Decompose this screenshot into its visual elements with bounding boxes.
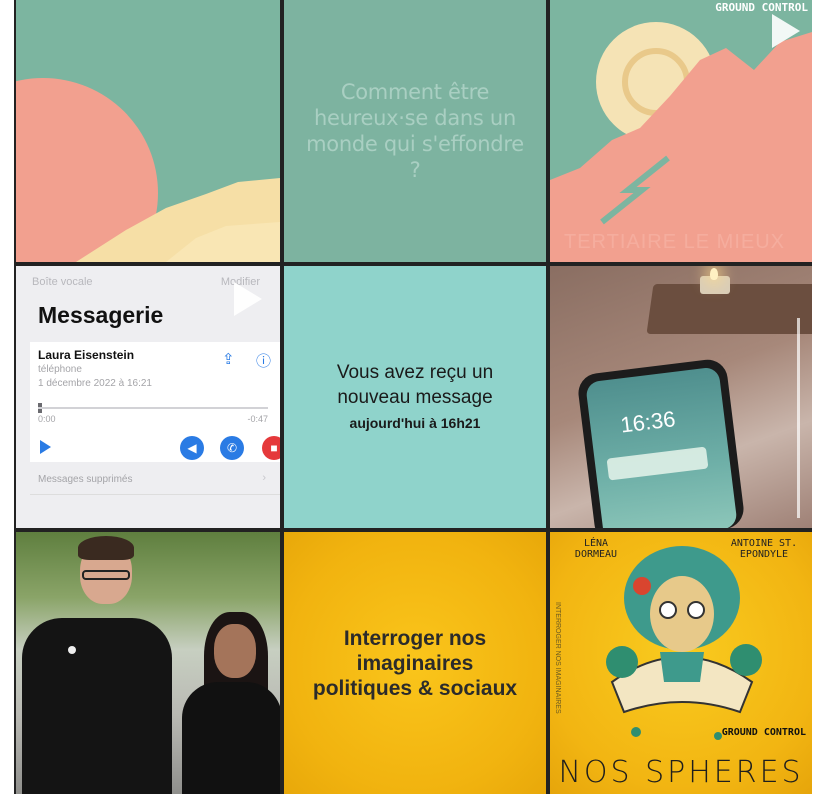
caller-source: téléphone — [38, 364, 82, 375]
play-icon[interactable] — [772, 14, 800, 48]
back-link[interactable]: Boîte vocale — [32, 276, 93, 288]
remaining-time: -0:47 — [247, 414, 268, 424]
trash-icon[interactable]: ■ — [262, 436, 280, 460]
post-tile-video-mountains[interactable]: GROUND CONTROL TERTIAIRE LE MIEUX — [550, 0, 812, 262]
quote-text: Comment être heureux·se dans un monde qu… — [306, 80, 524, 182]
message-line-2: nouveau message — [337, 387, 493, 408]
phone-screen: 16:36 — [585, 366, 738, 528]
candle-flame — [710, 268, 718, 280]
chevron-right-icon: › — [262, 472, 266, 484]
speaker-icon[interactable]: ◀ — [180, 436, 204, 460]
phone-icon[interactable]: ✆ — [220, 436, 244, 460]
play-icon[interactable] — [40, 440, 51, 454]
post-grid: Comment être heureux·se dans un monde qu… — [14, 0, 812, 794]
ground-control-logo: GROUND CONTROL — [715, 1, 808, 14]
post-tile-imaginaires[interactable]: Interroger nos imaginaires politiques & … — [284, 532, 546, 794]
woman-face — [214, 624, 256, 678]
play-icon[interactable] — [234, 282, 262, 316]
post-tile-portrait[interactable] — [16, 532, 280, 794]
voicemail-topbar: Boîte vocale Modifier — [32, 276, 268, 292]
post-tile-phone-photo[interactable]: 16:36 — [550, 266, 812, 528]
scrollbar[interactable] — [797, 318, 800, 518]
share-icon[interactable]: ⇪ — [222, 350, 235, 368]
hills-illustration — [76, 178, 280, 262]
smartphone: 16:36 — [576, 357, 746, 528]
voicemail-card: Laura Eisenstein téléphone 1 décembre 20… — [30, 342, 280, 462]
man-jacket — [22, 618, 172, 794]
divider — [30, 494, 280, 495]
ground-control-logo: GROUND CONTROL — [721, 727, 806, 738]
post-tile-question[interactable]: Comment être heureux·se dans un monde qu… — [284, 0, 546, 262]
glasses — [82, 570, 130, 580]
voicemail-title: Messagerie — [38, 302, 164, 328]
info-icon[interactable]: ⓘ — [256, 350, 271, 371]
man-hair — [78, 536, 134, 560]
lapel-pin — [68, 646, 76, 654]
scrubber-track[interactable] — [38, 407, 268, 409]
podcast-title: NOS SPHERES — [558, 755, 804, 790]
deleted-messages-link[interactable]: Messages supprimés — [38, 474, 132, 485]
message-line-3: aujourd'hui à 16h21 — [349, 415, 481, 431]
post-tile-podcast-cover[interactable]: LÉNA DORMEAU ANTOINE ST. EPONDYLE INTERR… — [550, 532, 812, 794]
post-tile-voicemail[interactable]: Boîte vocale Modifier Messagerie Laura E… — [16, 266, 280, 528]
lockscreen-clock: 16:36 — [619, 406, 677, 438]
tagline-text: Interroger nos imaginaires politiques & … — [312, 626, 518, 700]
post-tile-new-message[interactable]: Vous avez reçu un nouveau message aujour… — [284, 266, 546, 528]
message-line-1: Vous avez reçu un — [336, 362, 494, 383]
notification-banner — [606, 446, 709, 481]
post-tile-landscape[interactable] — [16, 0, 280, 262]
elapsed-time: 0:00 — [38, 414, 56, 424]
voicemail-date: 1 décembre 2022 à 16:21 — [38, 378, 152, 389]
faint-caption: TERTIAIRE LE MIEUX — [564, 231, 786, 253]
caller-name: Laura Eisenstein — [38, 348, 135, 362]
woman-top — [182, 682, 280, 794]
